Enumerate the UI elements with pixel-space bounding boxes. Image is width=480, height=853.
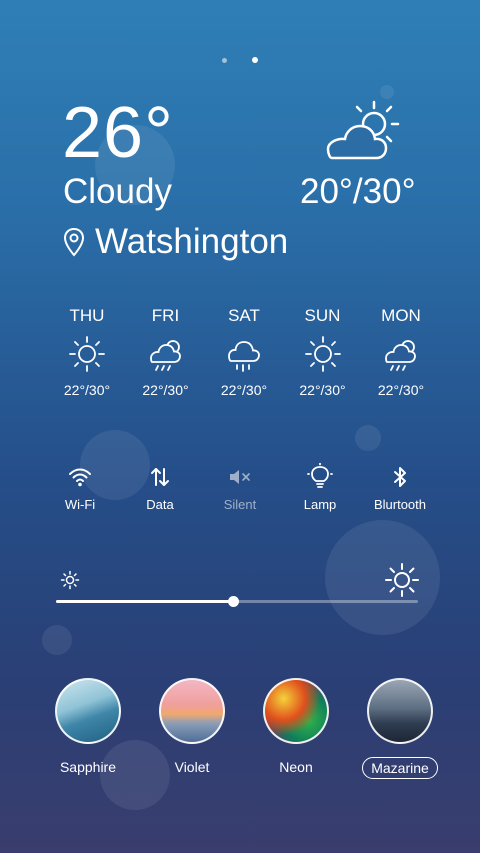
theme-name: Violet [174, 759, 210, 775]
theme-name: Sapphire [59, 759, 117, 775]
bokeh-decoration [42, 625, 72, 655]
brightness-high-icon [385, 563, 419, 597]
theme-option-neon[interactable]: Neon [248, 678, 344, 779]
location-name: Watshington [95, 222, 289, 261]
current-condition: Cloudy [63, 172, 172, 211]
data-arrows-icon [120, 460, 200, 494]
brightness-slider[interactable] [56, 596, 418, 607]
toggle-label: Lamp [303, 497, 337, 512]
bokeh-decoration [355, 425, 381, 451]
partly-cloudy-icon [318, 96, 404, 167]
sun-icon [48, 332, 126, 376]
page-indicator[interactable] [0, 50, 480, 68]
forecast-day-name: SAT [228, 306, 260, 325]
rain-cloud-sun-icon [362, 332, 440, 376]
brightness-control [56, 562, 422, 612]
location[interactable]: Watshington [63, 222, 288, 262]
forecast-list: THU 22°/30° FRI 22°/30° SAT 22°/30° SUN … [48, 306, 440, 398]
forecast-day: THU 22°/30° [48, 306, 126, 398]
forecast-temps: 22°/30° [142, 382, 189, 398]
toggle-label: Wi-Fi [64, 497, 96, 512]
forecast-day-name: SUN [304, 306, 341, 325]
forecast-day-name: MON [381, 306, 421, 325]
brightness-low-icon [60, 570, 80, 590]
quick-toggles: Wi-Fi Data Silent Lamp Blurtooth [40, 460, 440, 512]
toggle-label: Blurtooth [373, 497, 427, 512]
current-temperature: 26° [62, 93, 174, 173]
forecast-day: MON 22°/30° [362, 306, 440, 398]
theme-thumbnail[interactable] [367, 678, 433, 744]
wifi-toggle[interactable]: Wi-Fi [40, 460, 120, 512]
theme-name: Neon [279, 759, 313, 775]
lamp-toggle[interactable]: Lamp [280, 460, 360, 512]
theme-thumbnail[interactable] [263, 678, 329, 744]
forecast-temps: 22°/30° [377, 382, 425, 398]
silent-toggle[interactable]: Silent [200, 460, 280, 512]
theme-option-violet[interactable]: Violet [144, 678, 240, 779]
wifi-icon [40, 460, 120, 494]
theme-option-sapphire[interactable]: Sapphire [40, 678, 136, 779]
toggle-label: Data [146, 497, 174, 512]
theme-thumbnail[interactable] [55, 678, 121, 744]
bluetooth-icon [360, 460, 440, 494]
toggle-label: Silent [223, 497, 257, 512]
brightness-slider-thumb[interactable] [228, 596, 240, 607]
data-toggle[interactable]: Data [120, 460, 200, 512]
rain-cloud-sun-icon [127, 332, 205, 376]
bluetooth-toggle[interactable]: Blurtooth [360, 460, 440, 512]
theme-thumbnail[interactable] [159, 678, 225, 744]
forecast-temps: 22°/30° [63, 382, 111, 398]
theme-option-mazarine[interactable]: Mazarine [352, 678, 448, 779]
forecast-day: SAT 22°/30° [205, 306, 283, 398]
theme-picker: Sapphire Violet Neon Mazarine [40, 678, 448, 779]
lamp-icon [280, 460, 360, 494]
forecast-temps: 22°/30° [220, 382, 268, 398]
forecast-day: SUN 22°/30° [284, 306, 362, 398]
page-dot[interactable] [222, 58, 228, 63]
forecast-day-name: FRI [151, 306, 180, 325]
forecast-day-name: THU [69, 306, 105, 325]
location-pin-icon [63, 227, 85, 257]
theme-name-selected: Mazarine [362, 757, 438, 779]
rain-cloud-icon [205, 332, 283, 376]
forecast-temps: 22°/30° [299, 382, 346, 398]
sun-icon [284, 332, 362, 376]
forecast-day: FRI 22°/30° [127, 306, 205, 398]
today-temperature-range: 20°/30° [300, 172, 416, 211]
brightness-slider-fill [56, 600, 234, 603]
mute-icon [200, 460, 280, 494]
page-dot-active[interactable] [251, 57, 258, 63]
